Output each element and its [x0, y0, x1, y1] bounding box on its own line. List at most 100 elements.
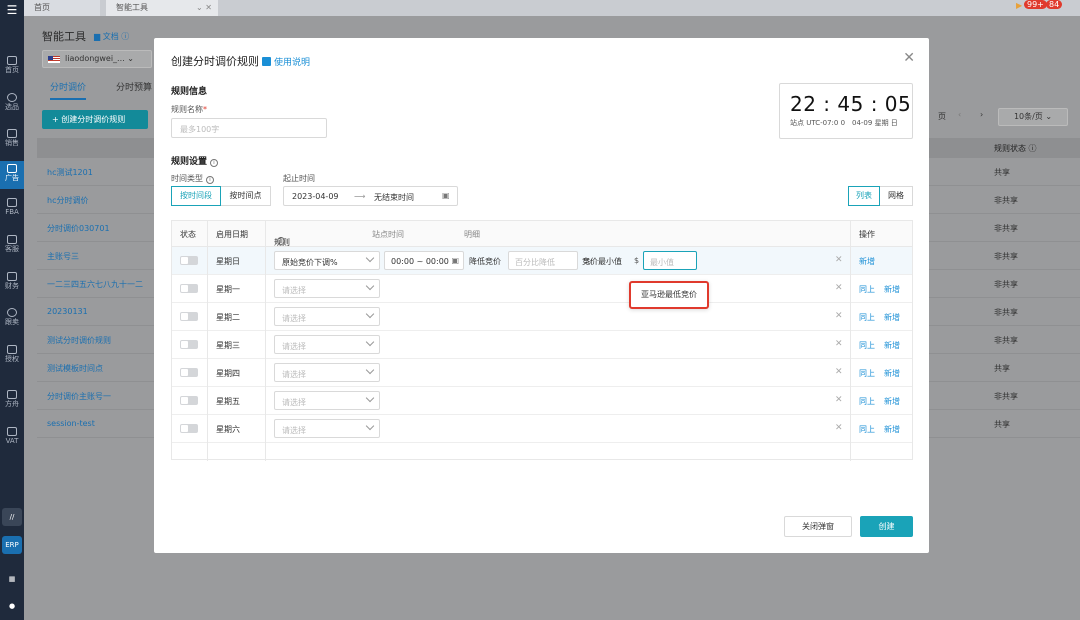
view-list-button[interactable]: 列表 — [848, 186, 880, 206]
sidebar-item-label: 广告 — [5, 174, 19, 182]
rule-name-link[interactable]: 主账号三 — [47, 251, 79, 262]
chevron-down-icon — [365, 253, 375, 263]
sidebar-item-home[interactable]: 首页 — [0, 56, 24, 74]
row-toggle[interactable] — [180, 396, 198, 405]
same-as-above-button[interactable]: 同上 — [859, 424, 875, 435]
row-toggle[interactable] — [180, 424, 198, 433]
rule-name-link[interactable]: hc测试1201 — [47, 167, 93, 178]
rule-select[interactable]: 原始竞价下调% — [274, 251, 380, 270]
rule-select[interactable]: 请选择 — [274, 307, 380, 326]
tab-smart-tools[interactable]: 智能工具 ⌄ ✕ — [106, 0, 218, 16]
add-row-button[interactable]: 新增 — [884, 284, 900, 295]
rule-select[interactable]: 请选择 — [274, 363, 380, 382]
sidebar-item-service[interactable]: 客服 — [0, 235, 24, 253]
sidebar-item-follow[interactable]: 跟卖 — [0, 308, 24, 326]
prev-page-icon[interactable]: ‹ — [958, 110, 961, 119]
add-row-button[interactable]: 新增 — [859, 256, 875, 267]
create-button[interactable]: 创建 — [860, 516, 913, 537]
rule-name-link[interactable]: 测试分时调价规则 — [47, 335, 111, 346]
store-select[interactable]: liaodongwei_... ⌄ — [42, 50, 152, 68]
rule-select[interactable]: 请选择 — [274, 279, 380, 298]
sidebar-item-label: 授权 — [5, 355, 19, 363]
close-icon[interactable]: ✕ — [903, 50, 915, 66]
sidebar-item-ads[interactable]: 广告 — [0, 161, 24, 189]
sidebar-item-ark[interactable]: 方舟 — [0, 390, 24, 408]
tab-home[interactable]: 首页 — [24, 0, 100, 16]
rule-select[interactable]: 请选择 — [274, 391, 380, 410]
rule-name-link[interactable]: hc分时调价 — [47, 195, 88, 206]
rule-name-link[interactable]: 一二三四五六七八九十一二 — [47, 279, 143, 290]
row-toggle[interactable] — [180, 340, 198, 349]
tab-time-pricing[interactable]: 分时调价 — [50, 80, 87, 100]
user-circle-icon[interactable]: ● — [2, 597, 22, 615]
calendar-icon: ▣ — [442, 191, 450, 200]
ark-icon — [7, 390, 17, 399]
sidebar-item-sales[interactable]: 销售 — [0, 129, 24, 147]
min-bid-input[interactable]: 最小值 — [643, 251, 697, 270]
close-icon[interactable]: ⌄ ✕ — [196, 0, 212, 16]
column-divider — [850, 221, 851, 461]
clear-icon[interactable]: ✕ — [835, 367, 843, 377]
rule-name-input[interactable]: 最多100字 — [171, 118, 327, 138]
play-icon[interactable]: ▶ — [1016, 1, 1022, 10]
page-size-select[interactable]: 10条/页 ⌄ — [998, 108, 1068, 126]
help-link[interactable]: 使用说明 — [262, 55, 310, 68]
top-icons: ▶ 99+ 84 — [1016, 0, 1063, 15]
clear-icon[interactable]: ✕ — [835, 395, 843, 405]
rule-name-link[interactable]: 测试模板时间点 — [47, 363, 103, 374]
clear-icon[interactable]: ✕ — [835, 311, 843, 321]
view-grid-button[interactable]: 网格 — [880, 186, 913, 206]
time-range-picker[interactable]: 00:00 ~ 00:00 ▣ — [384, 251, 464, 270]
same-as-above-button[interactable]: 同上 — [859, 284, 875, 295]
sidebar-item-finance[interactable]: 财务 — [0, 272, 24, 290]
same-as-above-button[interactable]: 同上 — [859, 312, 875, 323]
row-toggle[interactable] — [180, 256, 198, 265]
store-icon[interactable]: ▦ — [2, 570, 22, 588]
rule-name-label: 规则名称* — [171, 104, 207, 115]
rule-name-label-text: 规则名称 — [171, 105, 203, 114]
sidebar-item-fba[interactable]: FBA — [0, 198, 24, 216]
add-row-button[interactable]: 新增 — [884, 368, 900, 379]
erp-badge[interactable]: ERP — [2, 536, 22, 554]
same-as-above-button[interactable]: 同上 — [859, 368, 875, 379]
sidebar-item-label: 客服 — [5, 245, 19, 253]
add-row-button[interactable]: 新增 — [884, 424, 900, 435]
chevron-down-icon — [365, 393, 375, 403]
rule-select[interactable]: 请选择 — [274, 419, 380, 438]
rule-name-link[interactable]: 20230131 — [47, 307, 88, 316]
next-page-icon[interactable]: › — [980, 110, 983, 119]
clear-icon[interactable]: ✕ — [835, 423, 843, 433]
notification-badge: 99+ — [1024, 0, 1047, 9]
time-type-point-button[interactable]: 按时间点 — [221, 186, 271, 206]
rule-name-link[interactable]: session-test — [47, 419, 95, 428]
rule-select[interactable]: 请选择 — [274, 335, 380, 354]
add-row-button[interactable]: 新增 — [884, 396, 900, 407]
tab-label: 首页 — [34, 3, 50, 12]
brand-logo-icon[interactable]: // — [2, 508, 22, 526]
close-modal-button[interactable]: 关闭弹窗 — [784, 516, 852, 537]
clear-icon[interactable]: ✕ — [835, 339, 843, 349]
doc-link[interactable]: ▆ 文档 ⓘ — [94, 31, 129, 42]
top-tab-bar: 首页 智能工具 ⌄ ✕ ▶ 99+ 84 — [24, 0, 1080, 16]
add-row-button[interactable]: 新增 — [884, 340, 900, 351]
time-type-period-button[interactable]: 按时间段 — [171, 186, 221, 206]
rule-name-link[interactable]: 分时调价主账号一 — [47, 391, 111, 402]
row-toggle[interactable] — [180, 284, 198, 293]
message-badge: 84 — [1046, 0, 1063, 9]
row-toggle[interactable] — [180, 368, 198, 377]
sidebar-item-auth[interactable]: 授权 — [0, 345, 24, 363]
clear-icon[interactable]: ✕ — [835, 255, 843, 265]
rule-status: 共享 — [994, 168, 1010, 177]
tab-time-budget[interactable]: 分时预算 — [116, 80, 152, 93]
date-range-picker[interactable]: 2023-04-09 ⟶ 无结束时间 ▣ — [283, 186, 458, 206]
clear-icon[interactable]: ✕ — [835, 283, 843, 293]
create-rule-button[interactable]: + 创建分时调价规则 — [42, 110, 148, 129]
percent-input[interactable]: 百分比降低% — [508, 251, 591, 270]
rule-name-link[interactable]: 分时调价030701 — [47, 223, 110, 234]
sidebar-item-vat[interactable]: VAT — [0, 427, 24, 445]
sidebar-item-selection[interactable]: 选品 — [0, 93, 24, 111]
same-as-above-button[interactable]: 同上 — [859, 396, 875, 407]
same-as-above-button[interactable]: 同上 — [859, 340, 875, 351]
add-row-button[interactable]: 新增 — [884, 312, 900, 323]
row-toggle[interactable] — [180, 312, 198, 321]
